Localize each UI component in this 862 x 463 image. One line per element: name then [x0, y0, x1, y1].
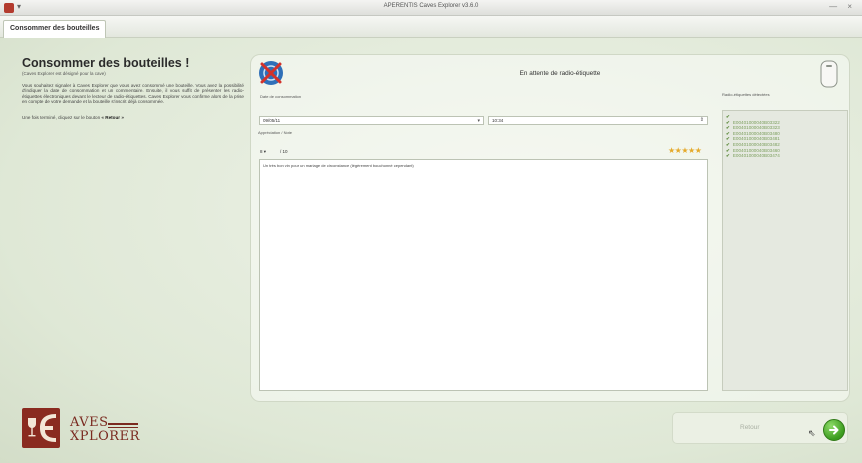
check-icon: ✔: [726, 147, 730, 153]
tag-id: E00401000040B03480: [732, 130, 780, 136]
validate-button[interactable]: [823, 419, 845, 441]
retour-button[interactable]: Retour: [740, 424, 760, 431]
date-value: 09/05/11: [263, 118, 281, 123]
hint-button-name: « Retour »: [101, 114, 124, 120]
window-title: APERENTIS Caves Explorer v3.6.0: [383, 3, 479, 9]
check-icon: ✔: [726, 125, 730, 131]
rfid-disabled-icon: [258, 60, 284, 86]
check-icon: ✔: [726, 130, 730, 136]
tag-id: E00401000040B03323: [732, 125, 780, 131]
check-icon: ✔: [726, 136, 730, 142]
check-icon: ✔: [726, 153, 730, 159]
tag-id: E00401000040B03474: [732, 153, 780, 159]
comment-textarea[interactable]: Un très bon vin pour un mariage de circo…: [259, 159, 708, 391]
note-select[interactable]: 8 ▾: [260, 149, 266, 155]
note-scale: / 10: [280, 149, 288, 154]
rfid-status-text: En attente de radio-étiquette: [519, 70, 601, 77]
caves-explorer-logo: AVES XPLORER: [22, 408, 142, 448]
logo-text-xplorer: XPLORER: [70, 429, 140, 444]
logo-emblem: [22, 408, 60, 448]
logo-rule: [108, 423, 138, 425]
check-icon: ✔: [726, 114, 730, 119]
chevron-down-icon: ▾: [477, 118, 480, 124]
spinner-arrows-icon[interactable]: ⇕: [700, 117, 704, 123]
comment-text: Un très bon vin pour un mariage de circo…: [263, 163, 414, 168]
check-icon: ✔: [726, 119, 730, 125]
rfid-reader-icon: [820, 60, 838, 88]
tag-id: E00401000040B03482: [732, 141, 780, 147]
page-title: Consommer des bouteilles !: [22, 56, 190, 70]
appreciation-label: Appréciation / Note: [258, 130, 293, 135]
window-titlebar: ▾ APERENTIS Caves Explorer v3.6.0 — ×: [0, 0, 862, 16]
info-panel: Consommer des bouteilles ! (Caves Explor…: [22, 56, 244, 120]
logo-text-aves: AVES: [70, 415, 109, 430]
tab-bar: Consommer des bouteilles: [0, 16, 862, 38]
date-label: Date de consommation: [260, 94, 302, 99]
time-value: 10:34: [492, 118, 504, 123]
tag-id: E00401000040B03460: [732, 147, 780, 153]
note-value: 8: [260, 149, 263, 154]
detected-tags-label: Radio-étiquettes détectées: [722, 92, 770, 97]
page-hint: Une fois terminé, cliquez sur le bouton …: [22, 115, 244, 120]
detected-tags-list[interactable]: ✔ ✔ E00401000040B03322 ✔ E00401000040B0332…: [722, 110, 848, 391]
tab-consommer[interactable]: Consommer des bouteilles: [3, 20, 107, 38]
page-description: Vous souhaitez signaler à Caves Explorer…: [22, 83, 244, 105]
window-controls[interactable]: — ×: [829, 2, 856, 11]
arrow-right-icon: [829, 425, 839, 435]
page-subtitle: (Caves Explorer est désigné pour la cave…: [22, 71, 106, 76]
list-item[interactable]: ✔ E00401000040B03474: [726, 153, 844, 159]
time-spinbox[interactable]: 10:34 ⇕: [488, 116, 708, 125]
date-select[interactable]: 09/05/11 ▾: [259, 116, 484, 125]
tag-id: E00401000040B03322: [732, 119, 780, 125]
tag-id: E00401000040B03481: [732, 136, 780, 142]
hint-text: Une fois terminé, cliquez sur le bouton: [22, 114, 102, 120]
rating-stars[interactable]: ★★★★★: [668, 146, 702, 155]
check-icon: ✔: [726, 141, 730, 147]
footer-action-bar: [672, 412, 848, 444]
mouse-cursor-icon: ⇖: [808, 428, 816, 438]
logo-rule-2: [108, 427, 138, 428]
